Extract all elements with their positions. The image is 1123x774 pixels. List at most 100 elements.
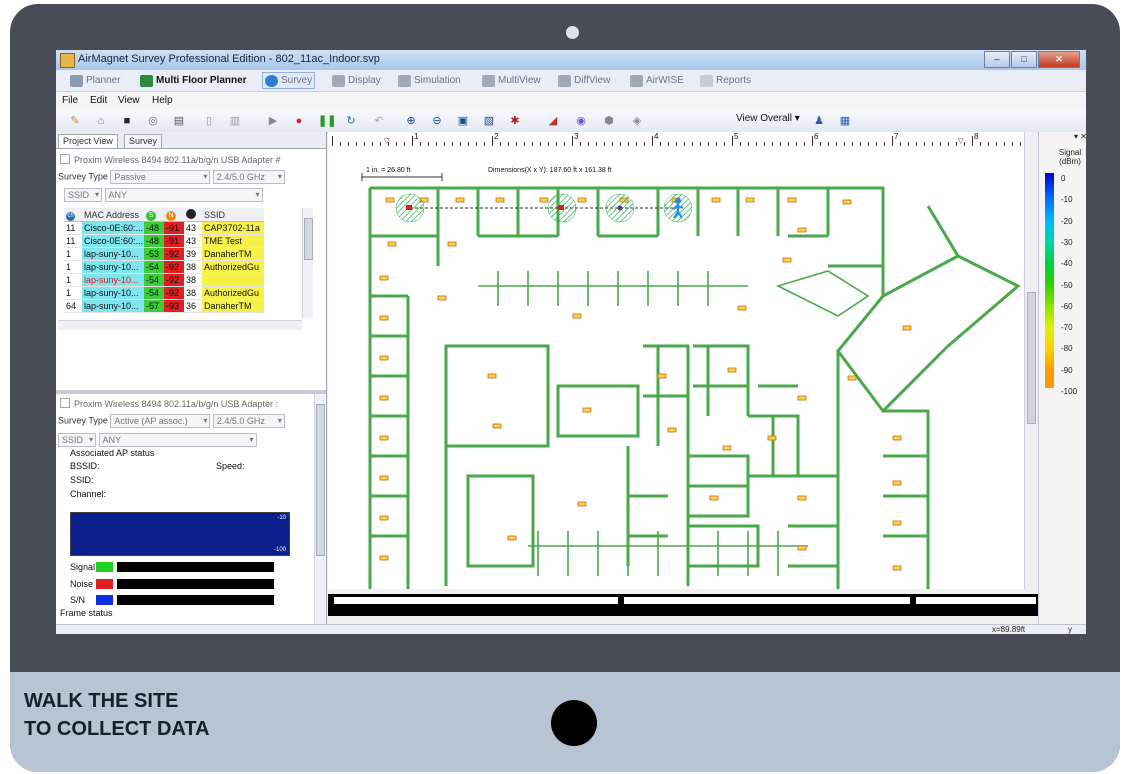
menu-view[interactable]: View bbox=[118, 95, 140, 106]
menu-help[interactable]: Help bbox=[152, 95, 173, 106]
table-icon[interactable]: ▦ bbox=[838, 114, 852, 128]
active-filter-value-select[interactable]: ANY bbox=[98, 433, 257, 447]
scale-label: 1 in. = 26.80 ft bbox=[366, 167, 411, 174]
col-ssid[interactable]: SSID bbox=[202, 208, 264, 222]
table-row[interactable]: 1 lap-suny-10... -53 -92 39 DanaherTM bbox=[64, 247, 264, 261]
tab-survey[interactable]: Survey bbox=[262, 72, 316, 89]
save-icon[interactable]: ■ bbox=[120, 114, 134, 128]
chart-icon[interactable]: ▥ bbox=[228, 114, 242, 128]
table-row[interactable]: 64 lap-suny-10... -57 -93 36 DanaherTM bbox=[64, 299, 264, 313]
ap-table-hscroll[interactable] bbox=[58, 320, 302, 330]
layers-icon[interactable]: ▧ bbox=[482, 114, 496, 128]
tab-display[interactable]: Display bbox=[332, 73, 381, 88]
tab-multiview[interactable]: MultiView bbox=[482, 73, 541, 88]
refresh-icon[interactable]: ↻ bbox=[344, 114, 358, 128]
ap-icon[interactable]: ◈ bbox=[630, 114, 644, 128]
close-button[interactable]: ✕ bbox=[1038, 51, 1080, 68]
floor-plan-map[interactable]: 1 in. = 26.80 ft Dimensions(X x Y): 187.… bbox=[328, 146, 1024, 589]
noise-row: Noise bbox=[70, 579, 274, 590]
map-vertical-scrollbar[interactable] bbox=[1024, 132, 1037, 589]
play-icon[interactable]: ▶ bbox=[266, 114, 280, 128]
legend-tick: -70 bbox=[1061, 323, 1073, 333]
home-button[interactable] bbox=[551, 700, 597, 746]
active-survey-type-select[interactable]: Active (AP assoc.) bbox=[110, 414, 211, 428]
adapter-checkbox-active[interactable] bbox=[60, 398, 70, 408]
ruler-marker-icon[interactable]: ▽ bbox=[384, 137, 389, 145]
active-band-select[interactable]: 2.4/5.0 GHz bbox=[212, 414, 285, 428]
active-panel-scrollbar[interactable] bbox=[314, 394, 325, 624]
cell-mac: lap-suny-10... bbox=[82, 299, 144, 313]
tab-planner[interactable]: Planner bbox=[70, 73, 120, 88]
open-icon[interactable]: ⌂ bbox=[94, 114, 108, 128]
undo-icon[interactable]: ↶ bbox=[372, 114, 386, 128]
object-icon[interactable]: ⬢ bbox=[602, 114, 616, 128]
cell-snr: 38 bbox=[184, 273, 202, 287]
tab-diffview[interactable]: DiffView bbox=[558, 73, 610, 88]
cell-n: -93 bbox=[164, 299, 184, 313]
col-signal[interactable]: S bbox=[144, 208, 164, 222]
zoom-out-icon[interactable]: ⊖ bbox=[430, 114, 444, 128]
cell-snr: 43 bbox=[184, 234, 202, 248]
active-survey-type-row: Survey Type Active (AP assoc.) 2.4/5.0 G… bbox=[58, 414, 285, 428]
legend-pin-close[interactable]: ▾ ✕ bbox=[1039, 132, 1086, 143]
view-overall-dropdown[interactable]: View Overall ▾ bbox=[736, 113, 800, 128]
cell-n: -92 bbox=[164, 286, 184, 300]
copy-icon[interactable]: ▯ bbox=[202, 114, 216, 128]
pane-splitter[interactable] bbox=[56, 390, 326, 394]
survey-type-select[interactable]: Passive bbox=[110, 170, 211, 184]
tab-survey-pane[interactable]: Survey bbox=[124, 134, 163, 148]
signal-history-graph: -10 -100 bbox=[70, 512, 290, 556]
stop-icon[interactable]: ● bbox=[292, 114, 306, 128]
print-icon[interactable]: ▤ bbox=[172, 114, 186, 128]
menu-file[interactable]: File bbox=[62, 95, 78, 106]
col-noise[interactable]: N bbox=[164, 208, 184, 222]
table-row[interactable]: 1 lap-suny-10... -54 -92 38 AuthorizedGu bbox=[64, 286, 264, 300]
settings-icon[interactable]: ◎ bbox=[146, 114, 160, 128]
active-filter-key-select[interactable]: SSID bbox=[58, 433, 96, 447]
band-select[interactable]: 2.4/5.0 GHz bbox=[212, 170, 285, 184]
table-row[interactable]: 11 Cisco-0E:60:... -48 -91 43 TME Test bbox=[64, 234, 264, 248]
user-icon[interactable]: ♟ bbox=[812, 114, 826, 128]
cell-n: -91 bbox=[164, 221, 184, 235]
col-snr[interactable] bbox=[184, 208, 202, 222]
cell-s: -54 bbox=[144, 260, 164, 274]
tab-simulation[interactable]: Simulation bbox=[398, 73, 461, 88]
pin-icon[interactable]: ✎ bbox=[68, 114, 82, 128]
meter-bottom-label: -100 bbox=[273, 547, 286, 553]
adapter-checkbox[interactable] bbox=[60, 154, 70, 164]
maximize-button[interactable]: □ bbox=[1011, 51, 1037, 68]
ruler-number: 6 bbox=[814, 132, 819, 141]
col-mac[interactable]: MAC Address bbox=[82, 208, 144, 222]
fit-icon[interactable]: ▣ bbox=[456, 114, 470, 128]
tab-multi-floor-planner[interactable]: Multi Floor Planner bbox=[140, 73, 247, 88]
filter-key-select[interactable]: SSID bbox=[64, 188, 102, 202]
col-channel[interactable]: ch bbox=[64, 208, 82, 222]
ruler-marker-icon[interactable]: ▽ bbox=[958, 137, 963, 145]
tab-project-view[interactable]: Project View bbox=[58, 134, 118, 148]
ap-table-scrollbar[interactable] bbox=[302, 208, 313, 318]
zoom-in-icon[interactable]: ⊕ bbox=[404, 114, 418, 128]
cell-ch: 1 bbox=[64, 247, 82, 261]
tab-reports[interactable]: Reports bbox=[700, 73, 751, 88]
legend-tick: -90 bbox=[1061, 365, 1073, 375]
cell-s: -48 bbox=[144, 234, 164, 248]
tab-airwise[interactable]: AirWISE bbox=[630, 73, 684, 88]
minimize-button[interactable]: – bbox=[984, 51, 1010, 68]
ruler-number: 1 bbox=[414, 132, 419, 141]
legend-tick: -60 bbox=[1061, 301, 1073, 311]
table-row[interactable]: 1 lap-suny-10... -54 -92 38 AuthorizedGu bbox=[64, 260, 264, 274]
window-title: AirMagnet Survey Professional Edition - … bbox=[78, 53, 380, 65]
menu-edit[interactable]: Edit bbox=[90, 95, 107, 106]
table-row[interactable]: 1 lap-suny-10... -54 -92 38 bbox=[64, 273, 264, 287]
table-row[interactable]: 11 Cisco-0E:60:... -48 -91 43 CAP3702-11a bbox=[64, 221, 264, 235]
filter-value-select[interactable]: ANY bbox=[104, 188, 263, 202]
path-icon[interactable]: ◢ bbox=[546, 114, 560, 128]
diffview-icon bbox=[558, 74, 571, 87]
heatmap-icon[interactable]: ◉ bbox=[574, 114, 588, 128]
walk-icon[interactable]: ✱ bbox=[508, 114, 522, 128]
cell-mac: lap-suny-10... bbox=[82, 260, 144, 274]
mode-tabs: Planner Multi Floor Planner Survey Displ… bbox=[56, 70, 1086, 92]
pause-icon[interactable]: ❚❚ bbox=[318, 114, 336, 128]
legend-unit: (dBm) bbox=[1059, 157, 1081, 166]
noise-swatch bbox=[96, 579, 113, 589]
